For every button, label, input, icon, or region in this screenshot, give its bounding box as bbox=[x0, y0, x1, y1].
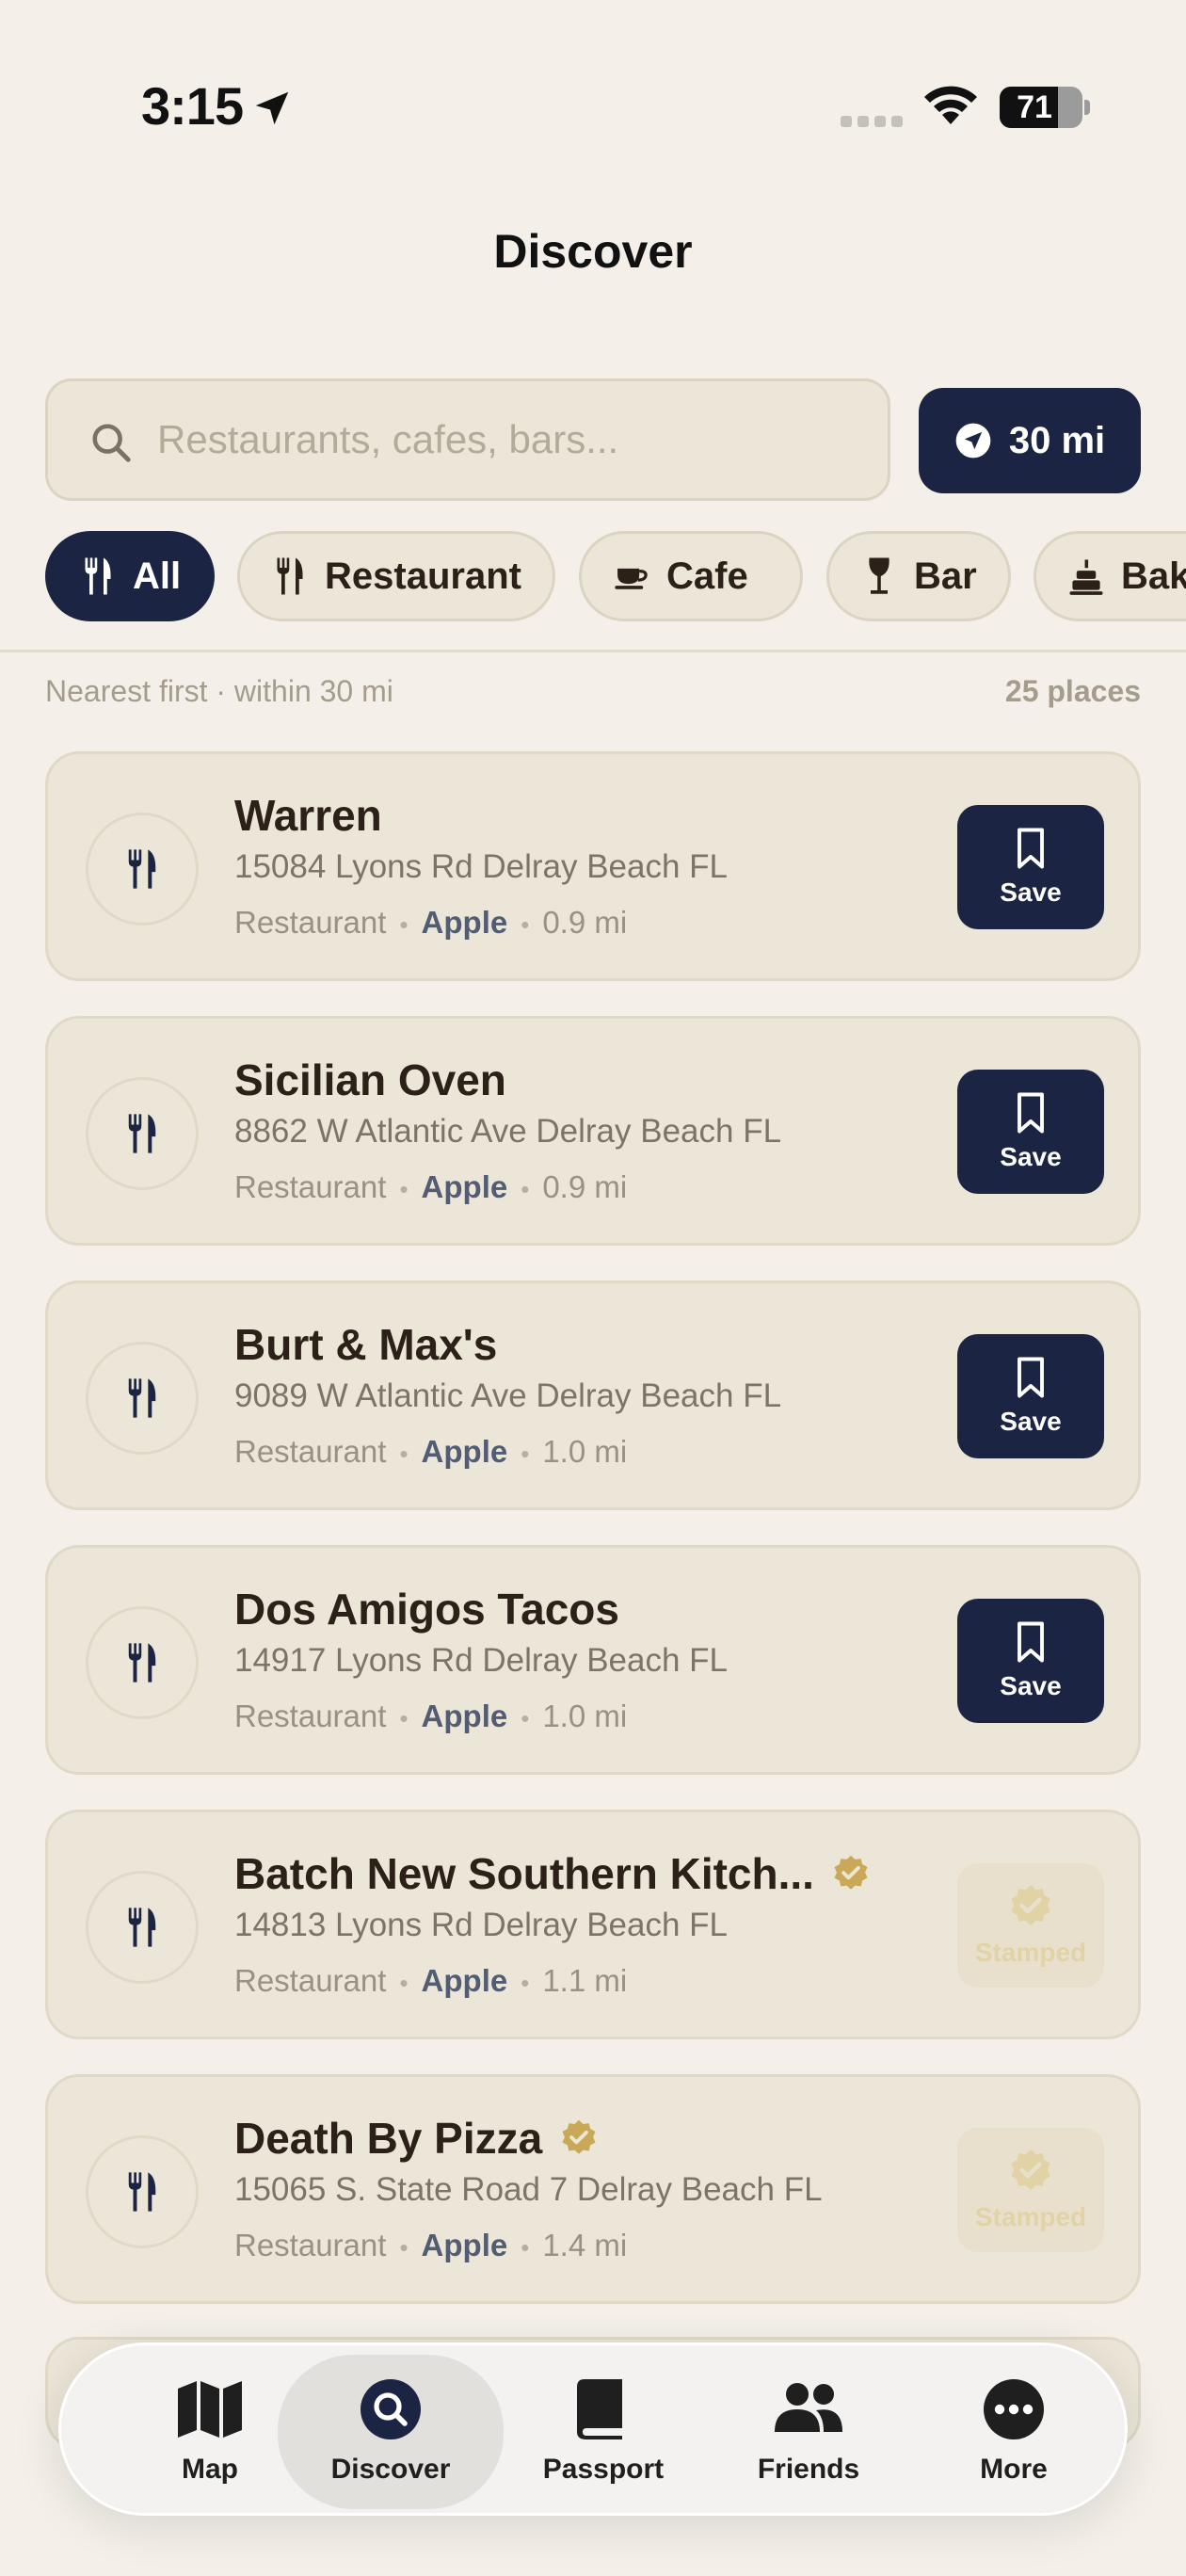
place-meta: Restaurant • Apple • 0.9 mi bbox=[234, 1169, 628, 1204]
search-icon bbox=[361, 2379, 421, 2439]
place-address: 9089 W Atlantic Ave Delray Beach FL bbox=[234, 1377, 782, 1414]
wine-glass-icon bbox=[869, 557, 890, 594]
radius-label: 30 mi bbox=[1008, 419, 1106, 461]
save-button[interactable]: Save bbox=[957, 805, 1104, 929]
radius-button[interactable]: 30 mi bbox=[919, 388, 1141, 493]
location-arrow-icon bbox=[955, 423, 991, 459]
place-address: 14917 Lyons Rd Delray Beach FL bbox=[234, 1642, 729, 1679]
save-button[interactable]: Save bbox=[957, 1599, 1104, 1723]
place-category-icon bbox=[86, 2135, 199, 2248]
tab-passport[interactable]: Passport bbox=[500, 2345, 707, 2519]
save-button[interactable]: Save bbox=[957, 1070, 1104, 1194]
place-meta: Restaurant • Apple • 1.0 mi bbox=[234, 1434, 628, 1469]
place-name: Death By Pizza bbox=[234, 2113, 599, 2164]
place-name: Dos Amigos Tacos bbox=[234, 1585, 619, 1634]
search-icon bbox=[92, 424, 131, 462]
people-icon bbox=[775, 2383, 842, 2432]
divider bbox=[0, 650, 1186, 652]
more-icon bbox=[984, 2379, 1044, 2439]
bookmark-icon bbox=[1018, 828, 1044, 869]
search-input[interactable] bbox=[157, 381, 873, 498]
wifi-icon bbox=[924, 86, 977, 124]
location-arrow-icon bbox=[255, 91, 289, 125]
filter-chip-restaurant[interactable]: Restaurant bbox=[237, 531, 555, 621]
bookmark-icon bbox=[1018, 1357, 1044, 1398]
battery-percent: 71 bbox=[1017, 89, 1052, 125]
search-bar[interactable] bbox=[45, 378, 890, 501]
place-meta: Restaurant • Apple • 1.4 mi bbox=[234, 2228, 628, 2262]
tab-discover[interactable]: Discover bbox=[278, 2355, 504, 2509]
verified-badge-icon bbox=[834, 1855, 868, 1890]
fork-knife-icon bbox=[128, 849, 156, 889]
place-name: Sicilian Oven bbox=[234, 1055, 506, 1104]
place-card[interactable]: Warren 15084 Lyons Rd Delray Beach FL Re… bbox=[45, 751, 1141, 981]
status-bar: 3:15 71 bbox=[0, 0, 1186, 217]
place-address: 15084 Lyons Rd Delray Beach FL bbox=[234, 848, 729, 885]
tab-friends[interactable]: Friends bbox=[705, 2345, 912, 2519]
place-name: Burt & Max's bbox=[234, 1320, 498, 1369]
place-card[interactable]: Dos Amigos Tacos 14917 Lyons Rd Delray B… bbox=[45, 1545, 1141, 1775]
place-address: 8862 W Atlantic Ave Delray Beach FL bbox=[234, 1113, 782, 1150]
save-button[interactable]: Save bbox=[957, 1334, 1104, 1458]
place-card[interactable]: Sicilian Oven 8862 W Atlantic Ave Delray… bbox=[45, 1016, 1141, 1246]
cellular-signal-icon bbox=[841, 116, 903, 127]
stamped-badge: Stamped bbox=[957, 1863, 1104, 1988]
page-title: Discover bbox=[493, 225, 693, 278]
tab-bar: Map Discover Passport Friends More bbox=[58, 2343, 1128, 2516]
fork-knife-icon bbox=[128, 1378, 156, 1418]
battery-indicator: 71 bbox=[1000, 87, 1090, 128]
place-meta: Restaurant • Apple • 1.0 mi bbox=[234, 1699, 628, 1733]
book-icon bbox=[577, 2379, 622, 2439]
place-name: Batch New Southern Kitch... bbox=[234, 1848, 871, 1899]
verified-badge-icon bbox=[562, 2119, 596, 2154]
place-card[interactable]: Death By Pizza 15065 S. State Road 7 Del… bbox=[45, 2074, 1141, 2304]
status-time: 3:15 bbox=[141, 76, 244, 136]
fork-knife-icon bbox=[277, 557, 303, 595]
place-category-icon bbox=[86, 813, 199, 926]
tab-more[interactable]: More bbox=[910, 2345, 1117, 2519]
coffee-cup-icon bbox=[615, 568, 648, 589]
fork-knife-icon bbox=[128, 1114, 156, 1153]
place-category-icon bbox=[86, 1606, 199, 1719]
filter-chip-bakery[interactable]: Bakery bbox=[1034, 531, 1186, 621]
stamped-badge: Stamped bbox=[957, 2128, 1104, 2252]
fork-knife-icon bbox=[128, 1643, 156, 1682]
place-meta: Restaurant • Apple • 0.9 mi bbox=[234, 905, 628, 940]
place-category-icon bbox=[86, 1342, 199, 1455]
place-category-icon bbox=[86, 1077, 199, 1190]
fork-knife-icon bbox=[128, 2172, 156, 2212]
place-meta: Restaurant • Apple • 1.1 mi bbox=[234, 1963, 628, 1998]
fork-knife-icon bbox=[128, 1908, 156, 1947]
filter-chip-cafe[interactable]: Cafe bbox=[579, 531, 803, 621]
sort-label: Nearest first · within 30 mi bbox=[45, 674, 393, 708]
fork-knife-icon bbox=[85, 557, 111, 595]
place-card[interactable]: Batch New Southern Kitch... 14813 Lyons … bbox=[45, 1810, 1141, 2039]
filter-chip-bar[interactable]: Bar bbox=[826, 531, 1011, 621]
place-card[interactable]: Burt & Max's 9089 W Atlantic Ave Delray … bbox=[45, 1280, 1141, 1510]
places-count: 25 places bbox=[1004, 674, 1141, 708]
place-address: 14813 Lyons Rd Delray Beach FL bbox=[234, 1907, 729, 1943]
bookmark-icon bbox=[1018, 1621, 1044, 1663]
place-name: Warren bbox=[234, 791, 382, 840]
verified-badge-icon bbox=[1011, 2149, 1050, 2190]
place-address: 15065 S. State Road 7 Delray Beach FL bbox=[234, 2171, 823, 2208]
verified-badge-icon bbox=[1011, 1885, 1050, 1925]
category-filter-bar: All Restaurant Cafe Bar Bakery bbox=[45, 531, 1186, 621]
bookmark-icon bbox=[1018, 1092, 1044, 1134]
filter-chip-all[interactable]: All bbox=[45, 531, 215, 621]
map-icon bbox=[178, 2381, 242, 2438]
place-category-icon bbox=[86, 1871, 199, 1984]
cake-icon bbox=[1069, 559, 1103, 595]
